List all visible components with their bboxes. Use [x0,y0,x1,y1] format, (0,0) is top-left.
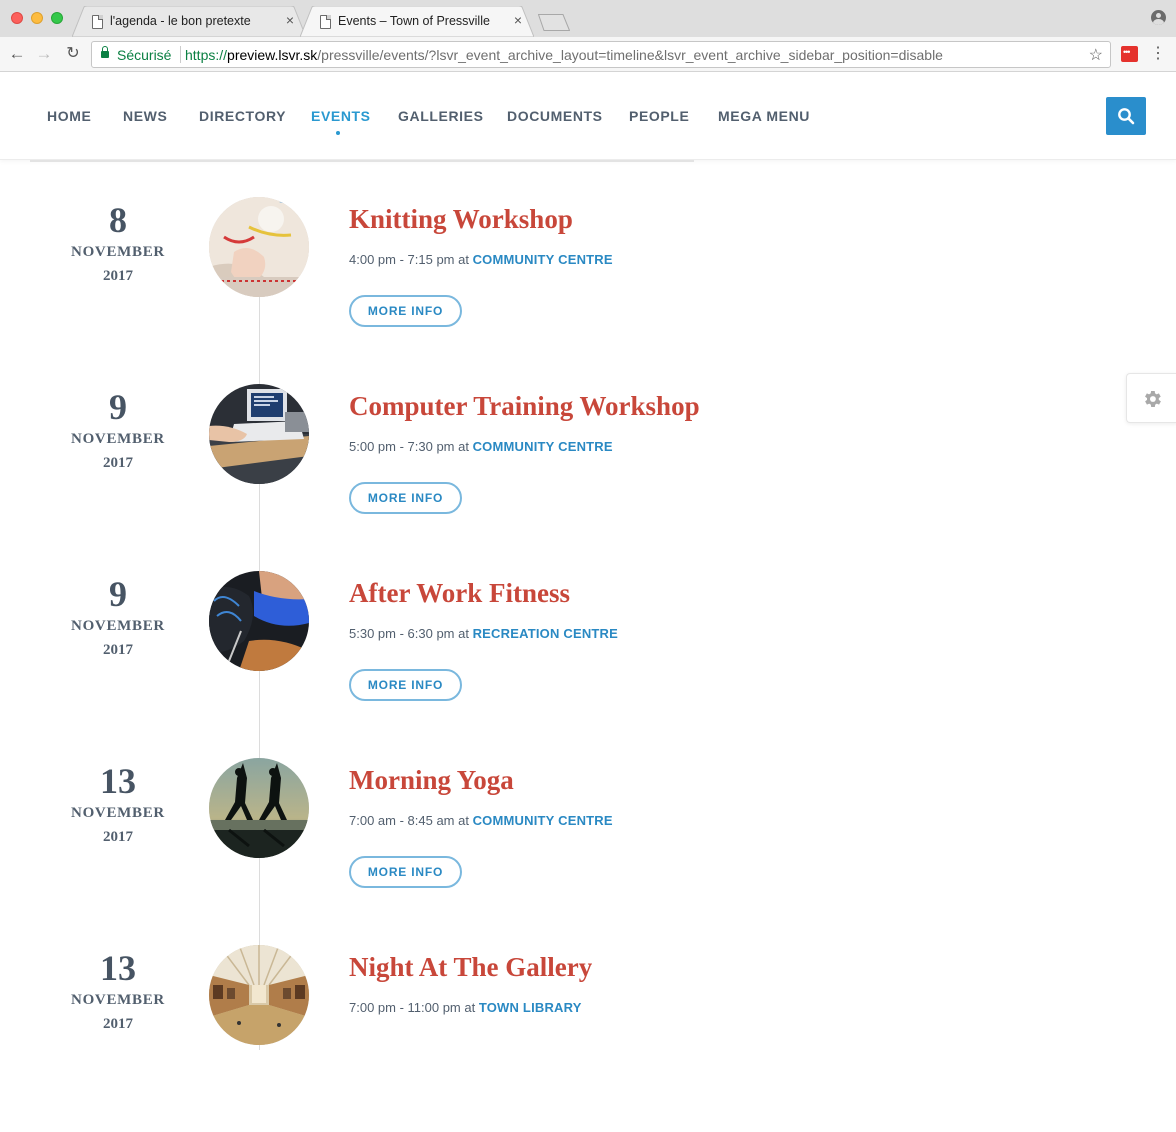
event-month: NOVEMBER [71,992,165,1008]
url-protocol: https:// [185,47,228,63]
divider [180,46,181,63]
event-meta: 4:00 pm - 7:15 pm at COMMUNITY CENTRE [349,252,613,267]
event-title[interactable]: Computer Training Workshop [349,391,700,422]
event-meta: 7:00 pm - 11:00 pm at TOWN LIBRARY [349,1000,582,1015]
tab-title: l'agenda - le bon pretexte [110,14,251,28]
page-icon [92,15,103,29]
browser-menu-icon[interactable]: ⋮ [1150,43,1166,63]
tab-strip: l'agenda - le bon pretexte × Events – To… [0,0,1176,37]
address-bar[interactable]: Sécurisé https://preview.lsvr.sk/pressvi… [91,41,1111,68]
event-meta: 5:30 pm - 6:30 pm at RECREATION CENTRE [349,626,618,641]
laptop-photo[interactable] [209,384,309,484]
profile-icon[interactable] [1151,10,1166,25]
nav-directory[interactable]: DIRECTORY [199,108,286,124]
event-item: 13 NOVEMBER 2017 Morning Yoga 7:00 am - … [0,758,900,945]
event-day: 9 [109,387,127,427]
new-tab-button[interactable] [538,14,570,31]
search-button[interactable] [1106,97,1146,135]
maximize-window-button[interactable] [51,12,63,24]
event-month: NOVEMBER [71,431,165,447]
event-meta: 5:00 pm - 7:30 pm at COMMUNITY CENTRE [349,439,613,454]
nav-events[interactable]: EVENTS [311,108,371,124]
nav-documents[interactable]: DOCUMENTS [507,108,603,124]
nav-people[interactable]: PEOPLE [629,108,689,124]
event-time: 5:30 pm - 6:30 pm at [349,626,473,641]
browser-chrome: l'agenda - le bon pretexte × Events – To… [0,0,1176,72]
browser-toolbar: ← → ↻ Sécurisé https://preview.lsvr.sk/p… [0,37,1176,72]
extension-icon[interactable] [1121,46,1138,62]
event-item: 9 NOVEMBER 2017 Computer Training Worksh… [0,384,900,571]
tab-title: Events – Town of Pressville [338,14,490,28]
url-path: /pressville/events/?lsvr_event_archive_l… [317,47,943,63]
event-year: 2017 [103,268,133,284]
tab-close-icon[interactable]: × [514,12,522,28]
tab-close-icon[interactable]: × [286,12,294,28]
event-day: 13 [100,948,136,988]
secure-label: Sécurisé [117,47,172,63]
event-item: 8 NOVEMBER 2017 Knitting Workshop 4:00 p… [0,197,900,384]
gallery-photo[interactable] [209,945,309,1045]
browser-tab-events[interactable]: Events – Town of Pressville × [300,6,534,37]
event-location[interactable]: COMMUNITY CENTRE [473,252,613,267]
event-title[interactable]: Knitting Workshop [349,204,573,235]
event-day: 9 [109,574,127,614]
event-time: 5:00 pm - 7:30 pm at [349,439,473,454]
event-year: 2017 [103,1016,133,1032]
back-arrow-icon[interactable]: ← [6,43,28,65]
close-window-button[interactable] [11,12,23,24]
more-info-button[interactable]: MORE INFO [349,295,462,327]
knitting-photo[interactable] [209,197,309,297]
browser-tab-agenda[interactable]: l'agenda - le bon pretexte × [72,6,306,37]
event-year: 2017 [103,642,133,658]
gear-icon [1145,391,1161,407]
event-title[interactable]: Night At The Gallery [349,952,592,983]
event-year: 2017 [103,829,133,845]
event-year: 2017 [103,455,133,471]
event-meta: 7:00 am - 8:45 am at COMMUNITY CENTRE [349,813,613,828]
yoga-photo[interactable] [209,758,309,858]
minimize-window-button[interactable] [31,12,43,24]
search-icon [1118,108,1135,125]
more-info-button[interactable]: MORE INFO [349,482,462,514]
lock-icon [101,46,109,58]
fitness-photo[interactable] [209,571,309,671]
more-info-button[interactable]: MORE INFO [349,669,462,701]
event-title[interactable]: Morning Yoga [349,765,514,796]
event-time: 7:00 pm - 11:00 pm at [349,1000,479,1015]
url-text[interactable]: https://preview.lsvr.sk/pressville/event… [185,47,943,63]
active-nav-indicator [336,131,340,135]
event-location[interactable]: RECREATION CENTRE [473,626,618,641]
event-item: 13 NOVEMBER 2017 Night At The Gallery 7:… [0,945,900,1132]
event-location[interactable]: COMMUNITY CENTRE [473,813,613,828]
page-icon [320,15,331,29]
nav-galleries[interactable]: GALLERIES [398,108,484,124]
nav-news[interactable]: NEWS [123,108,167,124]
forward-arrow-icon[interactable]: → [33,43,55,65]
event-day: 13 [100,761,136,801]
nav-mega-menu[interactable]: MEGA MENU [718,108,810,124]
event-location[interactable]: COMMUNITY CENTRE [473,439,613,454]
divider [30,160,694,162]
site-header: HOME NEWS DIRECTORY EVENTS GALLERIES DOC… [0,72,1176,160]
event-title[interactable]: After Work Fitness [349,578,570,609]
event-time: 4:00 pm - 7:15 pm at [349,252,473,267]
event-month: NOVEMBER [71,805,165,821]
bookmark-star-icon[interactable]: ☆ [1089,45,1103,65]
settings-panel-toggle[interactable] [1126,373,1176,423]
reload-icon[interactable]: ↻ [62,43,84,65]
more-info-button[interactable]: MORE INFO [349,856,462,888]
event-location[interactable]: TOWN LIBRARY [479,1000,582,1015]
event-day: 8 [109,200,127,240]
url-host: preview.lsvr.sk [227,47,318,63]
event-item: 9 NOVEMBER 2017 After Work Fitness 5:30 … [0,571,900,758]
event-month: NOVEMBER [71,618,165,634]
event-month: NOVEMBER [71,244,165,260]
nav-home[interactable]: HOME [47,108,91,124]
event-time: 7:00 am - 8:45 am at [349,813,473,828]
